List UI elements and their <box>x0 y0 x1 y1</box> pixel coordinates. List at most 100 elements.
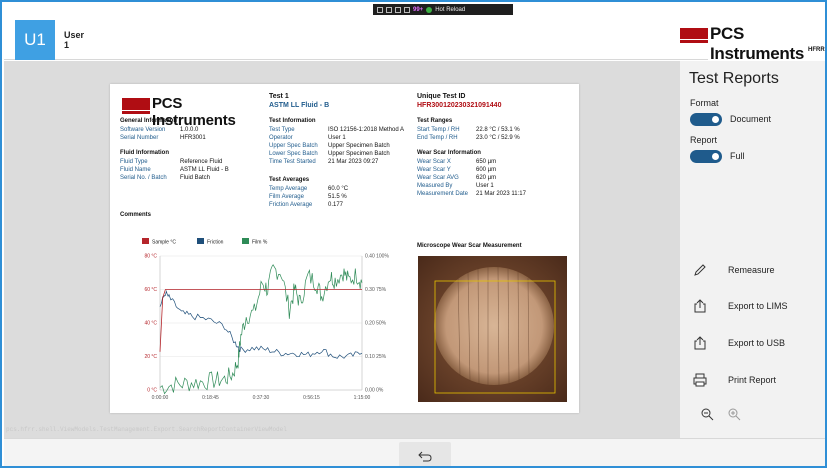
y-left-tick: 0 °C <box>147 388 157 394</box>
info-value: Fluid Batch <box>180 175 211 181</box>
format-toggle[interactable] <box>690 113 722 126</box>
zoom-in-icon <box>728 408 741 421</box>
info-value: User 1 <box>328 135 346 141</box>
brand-logo: PCS Instruments HFRR <box>680 24 825 64</box>
info-key: Fluid Type <box>120 159 148 165</box>
x-tick: 0:56:15 <box>303 395 320 401</box>
track-focus-icon[interactable] <box>395 6 401 13</box>
info-value: 620 µm <box>476 175 497 181</box>
info-value: User 1 <box>476 183 494 189</box>
report-value: Full <box>730 151 745 161</box>
info-key: Temp Average <box>269 186 308 192</box>
app-window: U1 User 1 99+ Hot Reload PCS Instruments… <box>0 0 827 468</box>
info-value: Reference Fluid <box>180 159 223 165</box>
pencil-icon <box>688 258 712 282</box>
info-key: Wear Scar X <box>417 159 451 165</box>
debug-toolbar: 99+ Hot Reload <box>373 4 513 15</box>
zoom-in-button[interactable] <box>724 404 744 424</box>
y-right-tick: 0.40 100% <box>365 254 389 260</box>
info-key: Wear Scar AVG <box>417 175 459 181</box>
info-value: 21 Mar 2023 09:27 <box>328 159 379 165</box>
avatar[interactable]: U1 <box>15 20 55 60</box>
info-value: 60.0 °C <box>328 186 349 192</box>
user-name: User <box>64 30 85 40</box>
info-key: Test Type <box>269 127 295 133</box>
info-value: 21 Mar 2023 11:17 <box>476 191 526 197</box>
x-tick: 0:37:30 <box>253 395 270 401</box>
info-key: Serial No. / Batch <box>120 175 167 181</box>
temp-series-line <box>159 289 362 352</box>
general-info-heading: General Information <box>120 118 178 124</box>
friction-series-line <box>159 289 363 359</box>
undo-arrow-icon <box>418 451 432 462</box>
brand-product: HFRR <box>808 47 825 53</box>
back-button[interactable] <box>399 442 451 466</box>
format-label: Format <box>690 98 719 108</box>
export-usb-button[interactable]: Export to USB <box>688 331 825 355</box>
info-value: 51.5 % <box>328 194 347 200</box>
y-right-tick: 0.20 50% <box>365 321 387 327</box>
zoom-out-button[interactable] <box>697 404 717 424</box>
info-value: 650 µm <box>476 159 497 165</box>
comments-heading: Comments <box>120 212 152 218</box>
view-model-path: pcs.hfrr.shell.ViewModels.TestManagement… <box>6 426 287 433</box>
select-element-icon[interactable] <box>377 6 383 13</box>
results-chart: Sample °C Friction Film % 0 °C 0.00 0% 20 °C 0… <box>142 238 389 401</box>
zoom-out-icon <box>701 408 714 421</box>
export-usb-label: Export to USB <box>728 338 786 348</box>
averages-heading: Test Averages <box>269 177 310 183</box>
binding-failures-count[interactable]: 99+ <box>413 7 423 13</box>
film-series-line <box>159 264 363 395</box>
live-tree-icon[interactable] <box>404 6 410 13</box>
hot-reload-icon <box>426 6 433 13</box>
test-fluid: ASTM LL Fluid - B <box>269 102 330 109</box>
info-value: ISO 12156-1:2018 Method A <box>328 127 405 133</box>
microscope-title: Microscope Wear Scar Measurement <box>417 243 522 249</box>
legend-swatch <box>197 238 204 244</box>
info-key: Start Temp / RH <box>417 127 460 133</box>
y-right-tick: 0.30 75% <box>365 287 387 293</box>
y-right-tick: 0.00 0% <box>365 388 384 394</box>
print-report-button[interactable]: Print Report <box>688 368 825 392</box>
info-value: 0.177 <box>328 202 344 208</box>
y-right-tick: 0.10 25% <box>365 354 387 360</box>
top-bar: U1 User 1 99+ Hot Reload PCS Instruments… <box>4 4 825 64</box>
brand-name: PCS Instruments <box>708 24 825 64</box>
export-icon <box>688 294 712 318</box>
info-key: Operator <box>269 135 293 141</box>
unique-id: HFR300120230321091440 <box>417 102 502 109</box>
report-toggle[interactable] <box>690 150 722 163</box>
report-document: PCS Instruments Test 1 ASTM LL Fluid - B… <box>110 84 579 413</box>
info-value: Upper Specimen Batch <box>328 151 390 157</box>
info-key: Lower Spec Batch <box>269 151 318 157</box>
info-value: 22.8 °C / 53.1 % <box>476 127 520 133</box>
panel-title: Test Reports <box>689 70 779 87</box>
info-value: HFR3001 <box>180 135 206 141</box>
info-value: 23.0 °C / 52.9 % <box>476 135 520 141</box>
x-tick: 1:15:00 <box>354 395 371 401</box>
info-key: Software Version <box>120 127 166 133</box>
remeasure-button[interactable]: Remeasure <box>688 258 825 282</box>
wear-scar-image <box>418 256 567 402</box>
info-key: Wear Scar Y <box>417 167 451 173</box>
info-key: End Temp / RH <box>417 135 458 141</box>
report-logo: PCS Instruments <box>122 94 262 129</box>
legend-swatch <box>142 238 149 244</box>
info-key: Film Average <box>269 194 304 200</box>
display-layout-icon[interactable] <box>386 6 392 13</box>
y-left-tick: 20 °C <box>144 354 157 360</box>
hot-reload-label[interactable]: Hot Reload <box>435 7 465 13</box>
printer-icon <box>688 368 712 392</box>
info-key: Time Test Started <box>269 159 316 165</box>
export-lims-button[interactable]: Export to LIMS <box>688 294 825 318</box>
legend-label: Film % <box>252 240 268 246</box>
print-report-label: Print Report <box>728 375 777 385</box>
test-info-heading: Test Information <box>269 118 316 124</box>
info-value: Upper Specimen Batch <box>328 143 390 149</box>
user-id: 1 <box>64 40 70 50</box>
info-value: 1.0.0.0 <box>180 127 199 133</box>
y-left-tick: 80 °C <box>144 254 157 260</box>
x-tick: 0:00:00 <box>152 395 169 401</box>
info-key: Measurement Date <box>417 191 469 197</box>
remeasure-label: Remeasure <box>728 265 775 275</box>
